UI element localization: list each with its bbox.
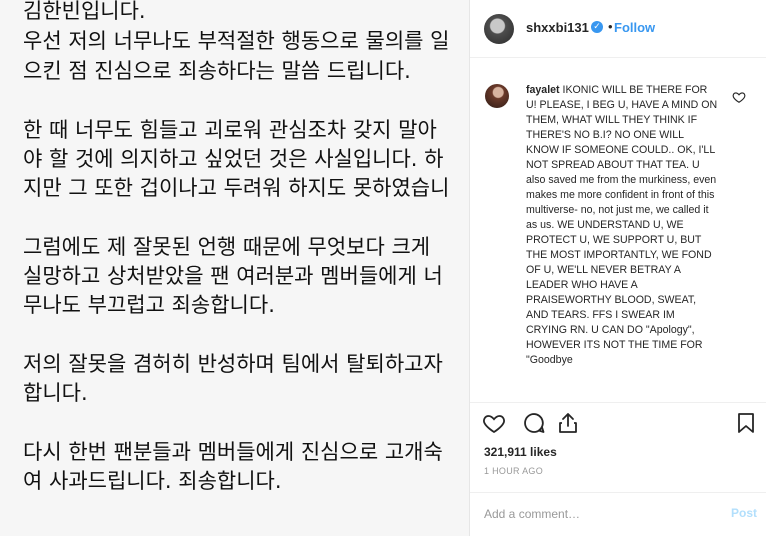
- verified-badge-icon: ✓: [591, 21, 603, 33]
- post-image-text-line: 다시 한번 팬분들과 멤버들에게 진심으로 고개숙: [23, 440, 443, 464]
- comment-text: IKONIC WILL BE THERE FOR U! PLEASE, I BE…: [526, 84, 718, 366]
- post-image-text-line: 무나도 부끄럽고 죄송합니다.: [23, 293, 275, 317]
- likes-count[interactable]: 321,911 likes: [484, 445, 557, 459]
- separator-dot: •: [608, 19, 613, 34]
- post-image-text-line: 여 사과드립니다. 죄송합니다.: [23, 469, 282, 493]
- heart-icon[interactable]: [482, 411, 506, 435]
- avatar[interactable]: [484, 14, 514, 44]
- bookmark-icon[interactable]: [734, 411, 758, 435]
- post-image-text-line: 저의 잘못을 겸허히 반성하며 팀에서 탈퇴하고자: [23, 352, 443, 376]
- post-image-text-line: 합니다.: [23, 381, 88, 405]
- post-image-text-line: 으킨 점 진심으로 죄송하다는 말씀 드립니다.: [23, 59, 411, 83]
- post-image-text-line: 김한빈입니다.: [23, 0, 146, 23]
- post-header: shxxbi131 ✓ • Follow: [470, 0, 766, 58]
- follow-button[interactable]: Follow: [614, 20, 655, 35]
- post-comment-button[interactable]: Post: [731, 506, 757, 520]
- post-image-text-line: 실망하고 상처받았을 팬 여러분과 멤버들에게 너: [23, 264, 443, 288]
- comments-list[interactable]: fayalet IKONIC WILL BE THERE FOR U! PLEA…: [470, 58, 766, 402]
- comment-icon[interactable]: [522, 411, 546, 435]
- add-comment-input[interactable]: [484, 506, 714, 522]
- action-bar: [470, 403, 766, 443]
- post-image-text-line: 야 할 것에 의지하고 싶었던 것은 사실입니다. 하: [23, 147, 444, 171]
- post-image-text-line: 그럼에도 제 잘못된 언행 때문에 무엇보다 크게: [23, 235, 431, 259]
- post-sidebar: shxxbi131 ✓ • Follow fayalet IKONIC WILL…: [470, 0, 766, 536]
- username-link[interactable]: shxxbi131: [526, 20, 589, 35]
- section-divider: [470, 492, 766, 493]
- post-image-text-line: 우선 저의 너무나도 부적절한 행동으로 물의를 일: [23, 29, 450, 53]
- comment-body: fayalet IKONIC WILL BE THERE FOR U! PLEA…: [526, 83, 718, 368]
- comment-like-heart-icon[interactable]: [732, 90, 746, 104]
- post-image: 김한빈입니다. 우선 저의 너무나도 부적절한 행동으로 물의를 일 으킨 점 …: [0, 0, 469, 536]
- commenter-username-link[interactable]: fayalet: [526, 84, 560, 96]
- post-timestamp[interactable]: 1 HOUR AGO: [484, 466, 543, 476]
- share-icon[interactable]: [556, 411, 580, 435]
- post-image-text-line: 한 때 너무도 힘들고 괴로워 관심조차 갖지 말아: [23, 118, 437, 142]
- post-image-text-line: 지만 그 또한 겁이나고 두려워 하지도 못하였습니: [23, 176, 450, 200]
- commenter-avatar[interactable]: [485, 84, 509, 108]
- instagram-post-view: 김한빈입니다. 우선 저의 너무나도 부적절한 행동으로 물의를 일 으킨 점 …: [0, 0, 766, 536]
